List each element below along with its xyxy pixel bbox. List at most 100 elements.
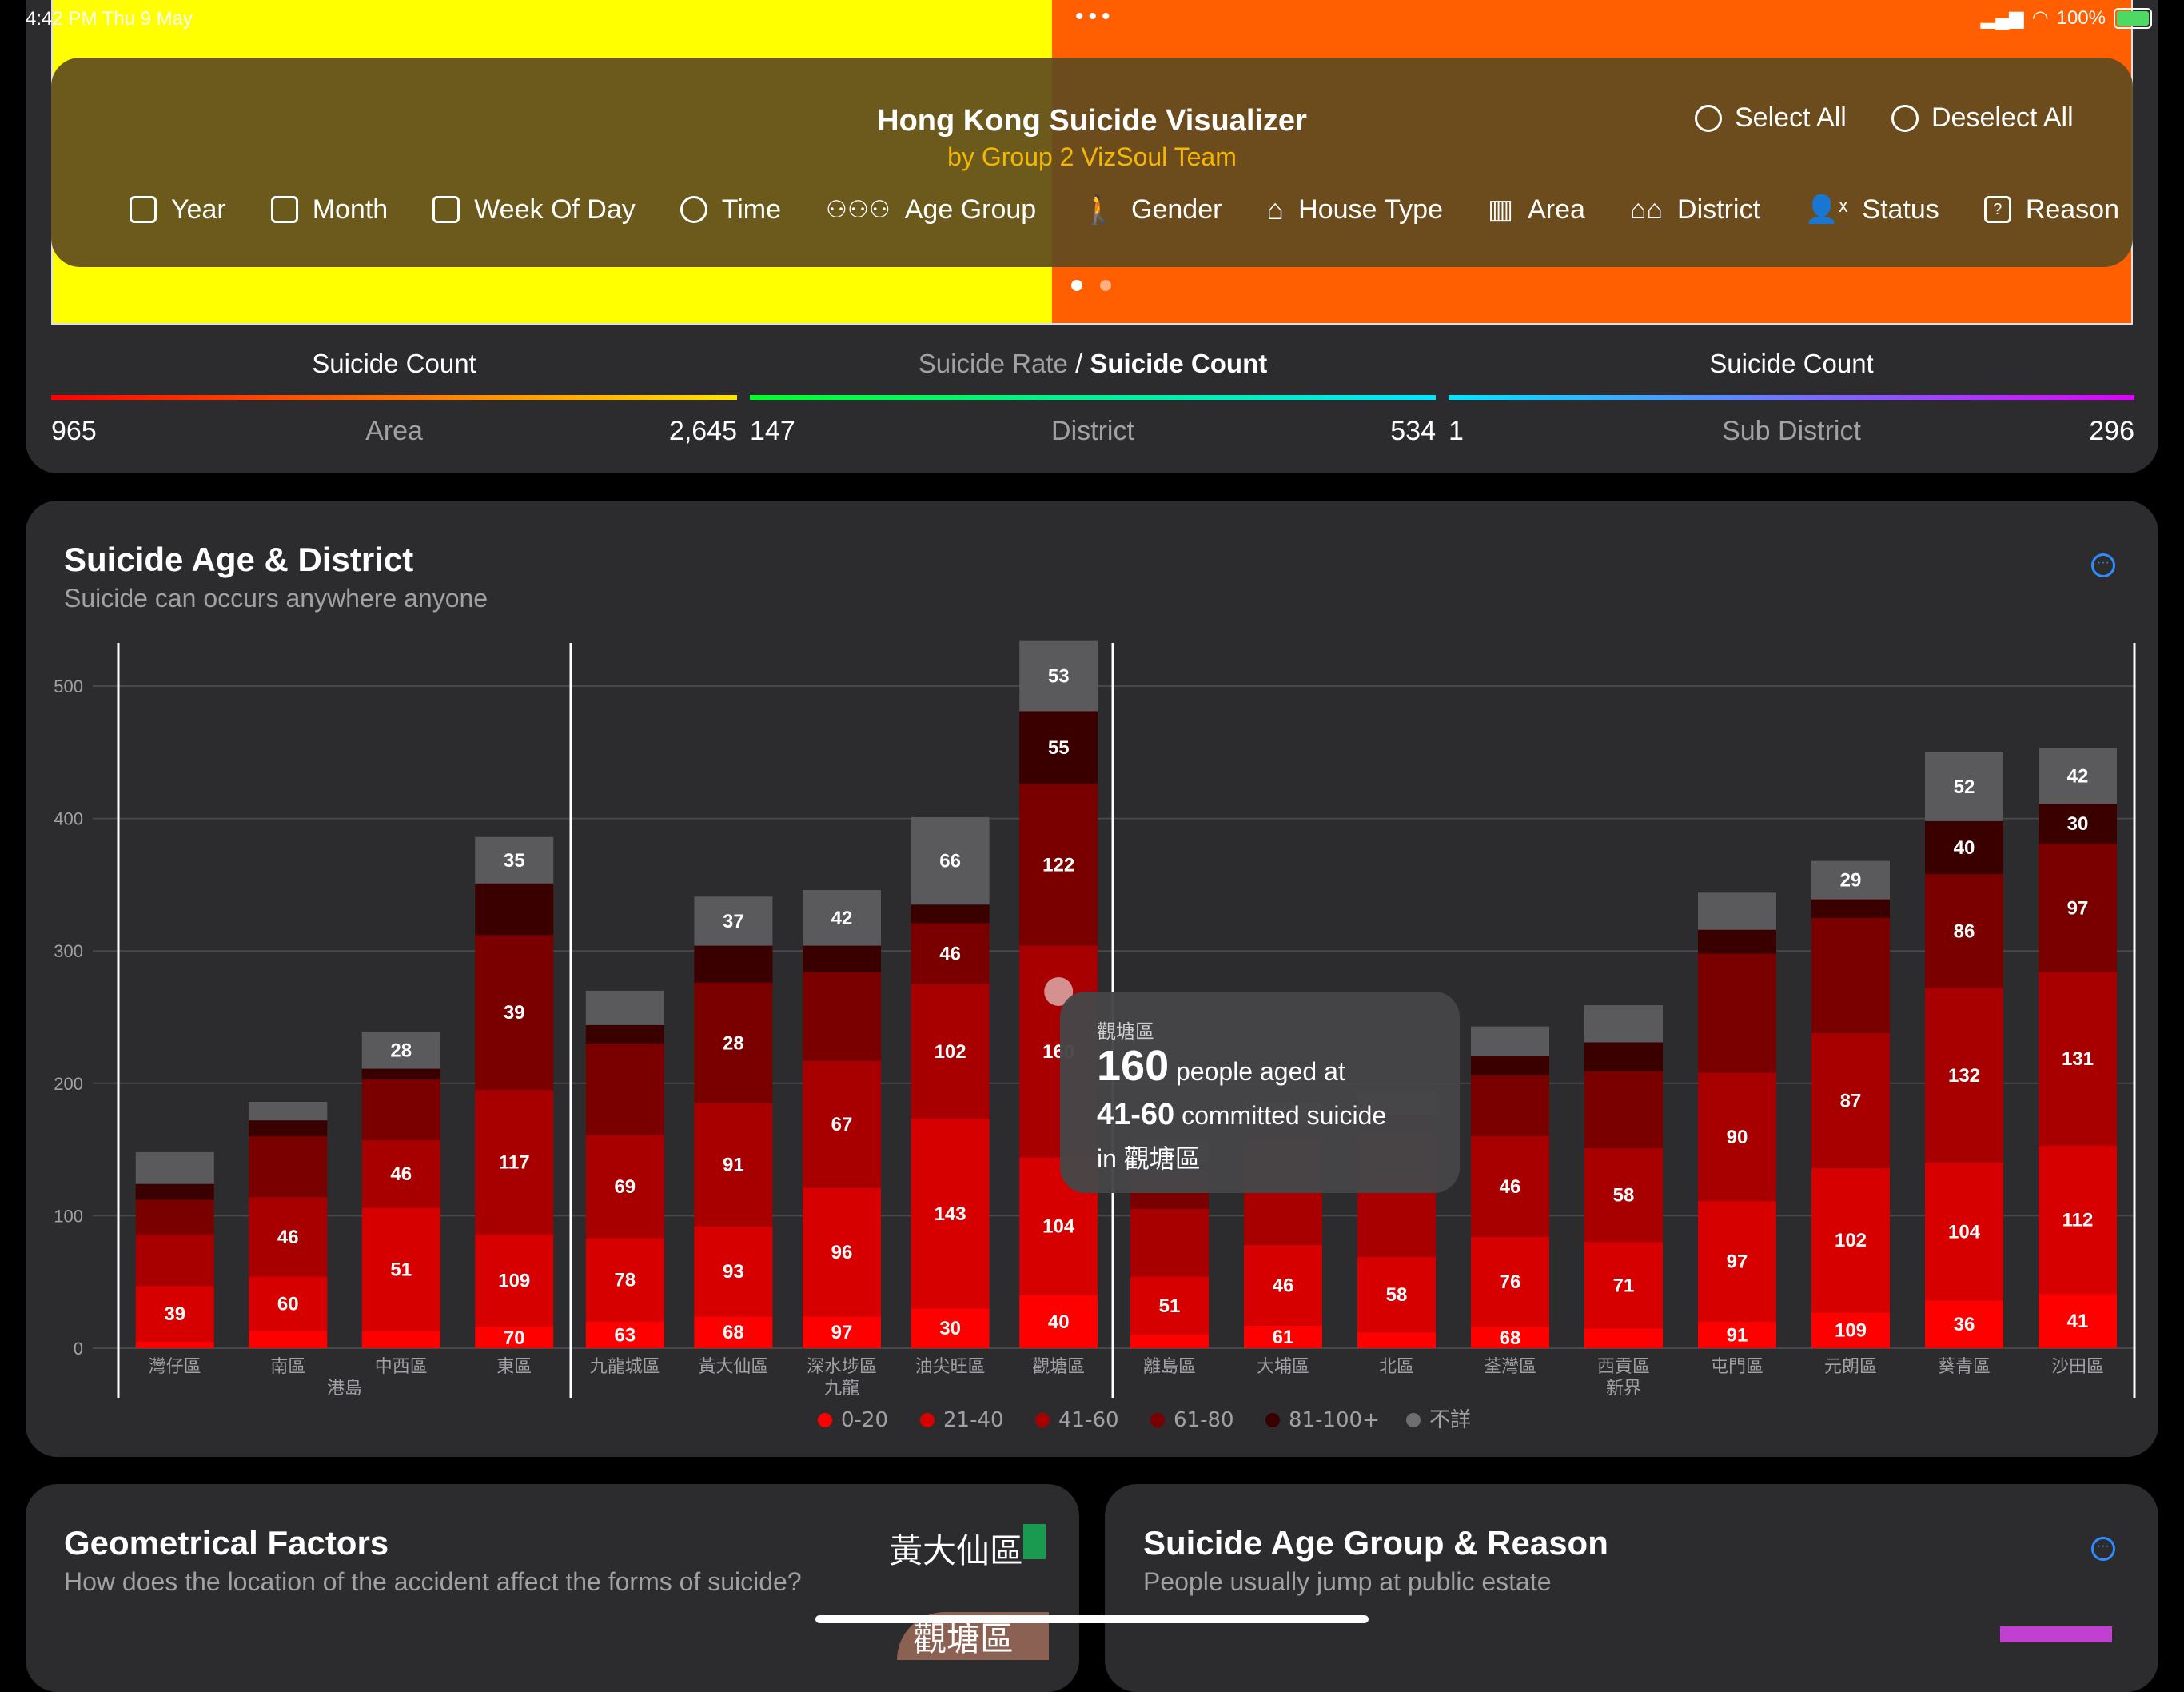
legend-swatch xyxy=(1150,1413,1165,1427)
chart-card: Suicide Age & District Suicide can occur… xyxy=(26,501,2158,1457)
house-icon: ⌂ xyxy=(1266,193,1285,225)
x-tick-label: 葵青區 xyxy=(1938,1357,1991,1377)
x-tick-label: 中西區 xyxy=(375,1357,428,1377)
legend-swatch xyxy=(1035,1413,1050,1427)
filter-week-of-day[interactable]: Week Of Day xyxy=(432,194,636,225)
bar-data-label: 58 xyxy=(1386,1284,1408,1306)
x-tick-label: 深水埗區 xyxy=(807,1357,877,1377)
filter-year[interactable]: Year xyxy=(130,194,226,225)
bar-segment xyxy=(1130,1209,1209,1277)
filter-district[interactable]: ⌂⌂ District xyxy=(1630,194,1760,225)
bar-segment xyxy=(135,1234,214,1287)
filter-house-type[interactable]: ⌂ House Type xyxy=(1266,193,1443,226)
bar-segment xyxy=(803,945,881,972)
bar-data-label: 102 xyxy=(935,1041,966,1063)
bar-segment xyxy=(361,1331,440,1348)
chart-tooltip: 觀塘區 160 people aged at 41-60 committed s… xyxy=(1060,992,1460,1193)
bar-data-label: 76 xyxy=(1500,1271,1521,1293)
legend-area-gradient xyxy=(51,395,737,400)
y-tick-label: 400 xyxy=(54,809,83,829)
legend-swatch xyxy=(1406,1413,1421,1427)
legend-subdistrict-gradient xyxy=(1449,395,2134,400)
bar-data-label: 70 xyxy=(504,1327,525,1349)
group-label: 港島 xyxy=(327,1379,362,1399)
x-tick-label: 荃灣區 xyxy=(1484,1357,1536,1377)
y-tick-label: 100 xyxy=(54,1206,83,1226)
geo-node-1 xyxy=(1023,1524,1046,1559)
status-bar: 4:42 PM Thu 9 May ••• ▂▄▆ ◠ 100% xyxy=(0,0,2184,40)
week-icon xyxy=(432,196,460,223)
bar-data-label: 112 xyxy=(2062,1209,2094,1231)
bar-data-label: 97 xyxy=(831,1322,853,1343)
legend-district-title[interactable]: Suicide Rate / Suicide Count xyxy=(750,349,1436,379)
x-tick-label: 南區 xyxy=(270,1357,305,1377)
bar-data-label: 51 xyxy=(390,1259,412,1280)
bar-segment xyxy=(1584,1328,1663,1348)
bar-data-label: 46 xyxy=(390,1163,412,1185)
select-all-button[interactable]: Select All xyxy=(1695,102,1847,134)
filter-status[interactable]: 👤ˣ Status xyxy=(1805,194,1939,225)
houses-icon: ⌂⌂ xyxy=(1629,194,1664,225)
bar-segment xyxy=(1471,1026,1549,1056)
x-tick-label: 北區 xyxy=(1379,1357,1414,1377)
legend-label: 21-40 xyxy=(943,1408,1004,1432)
status-time: 4:42 PM Thu 9 May xyxy=(26,8,193,30)
bar-segment xyxy=(135,1341,214,1348)
bar-data-label: 30 xyxy=(2067,813,2089,835)
bar-data-label: 117 xyxy=(499,1151,530,1173)
bar-data-label: 46 xyxy=(939,944,961,965)
bar-data-label: 78 xyxy=(614,1270,636,1291)
bar-data-label: 40 xyxy=(1954,837,1975,859)
x-tick-label: 屯門區 xyxy=(1711,1357,1764,1377)
bar-segment xyxy=(249,1120,328,1137)
home-indicator[interactable] xyxy=(815,1615,1369,1623)
bar-data-label: 96 xyxy=(831,1242,853,1263)
bar-segment xyxy=(475,883,554,936)
bar-data-label: 42 xyxy=(831,908,853,929)
bar-data-label: 51 xyxy=(1159,1295,1181,1317)
legend-swatch xyxy=(1265,1413,1280,1427)
filter-gender[interactable]: 🚶 Gender xyxy=(1081,193,1222,226)
y-tick-label: 0 xyxy=(74,1339,83,1359)
bar-data-label: 63 xyxy=(614,1324,636,1346)
bar-data-label: 131 xyxy=(2062,1048,2094,1070)
bar-segment xyxy=(135,1199,214,1235)
more-options-icon[interactable]: ··· xyxy=(2091,1537,2115,1561)
bar-segment xyxy=(1811,899,1890,918)
bar-segment xyxy=(1357,1332,1436,1348)
person-icon: 🚶 xyxy=(1081,193,1118,225)
filter-time[interactable]: Time xyxy=(680,194,781,225)
bar-data-label: 91 xyxy=(1727,1324,1748,1346)
bar-segment xyxy=(585,1024,664,1044)
bar-segment xyxy=(249,1136,328,1198)
wifi-icon: ◠ xyxy=(2031,7,2049,29)
multitask-dots-icon[interactable]: ••• xyxy=(1075,3,1115,30)
people-icon: ⚇⚇⚇ xyxy=(826,196,891,223)
x-tick-label: 大埔區 xyxy=(1257,1357,1309,1377)
geo-label-1: 黃大仙區 xyxy=(889,1532,1024,1570)
tooltip-text1: people aged at xyxy=(1169,1057,1345,1086)
app-subtitle: by Group 2 VizSoul Team xyxy=(947,142,1237,171)
legend-district-max: 534 xyxy=(1390,416,1436,446)
bar-segment xyxy=(249,1101,328,1121)
bar-data-label: 109 xyxy=(1835,1320,1867,1342)
x-tick-label: 油尖旺區 xyxy=(915,1357,986,1377)
page-dot[interactable] xyxy=(1100,280,1111,291)
bar-segment xyxy=(135,1183,214,1200)
filter-month[interactable]: Month xyxy=(270,194,388,225)
filter-area[interactable]: ▥ Area xyxy=(1488,194,1585,225)
deselect-all-button[interactable]: Deselect All xyxy=(1891,102,2074,134)
bar-data-label: 35 xyxy=(504,850,525,872)
page-dot-active[interactable] xyxy=(1071,280,1082,291)
bar-data-label: 46 xyxy=(277,1227,299,1248)
reason-subtitle: People usually jump at public estate xyxy=(1143,1567,1552,1596)
x-tick-label: 九龍城區 xyxy=(590,1357,660,1377)
bar-data-label: 30 xyxy=(939,1318,961,1339)
bar-segment xyxy=(249,1331,328,1348)
filter-reason[interactable]: ? Reason xyxy=(1983,194,2119,225)
filter-age-group[interactable]: ⚇⚇⚇ Age Group xyxy=(826,194,1036,225)
bar-data-label: 86 xyxy=(1954,920,1975,942)
bar-data-label: 37 xyxy=(723,911,744,932)
bar-segment xyxy=(1698,953,1776,1073)
legend-area-max: 2,645 xyxy=(668,416,737,446)
